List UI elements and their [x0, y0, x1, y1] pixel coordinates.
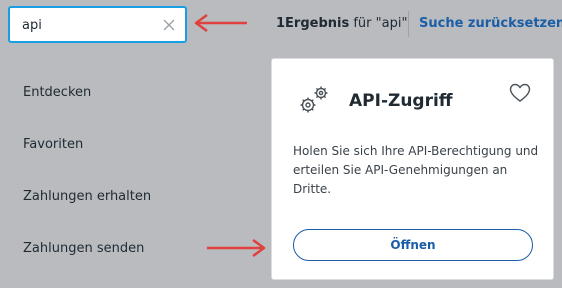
red-arrow-icon: [207, 238, 266, 258]
card-title: API-Zugriff: [349, 91, 453, 111]
results-count: 1Ergebnis: [276, 16, 350, 31]
sidebar-item-entdecken[interactable]: Entdecken: [23, 85, 91, 100]
divider: [408, 11, 409, 37]
open-button[interactable]: Öffnen: [293, 229, 533, 261]
results-summary: 1Ergebnis für "api": [276, 16, 407, 31]
red-arrow-icon: [194, 13, 247, 33]
heart-icon[interactable]: [509, 83, 531, 103]
gears-icon: [300, 86, 328, 113]
results-query: für "api": [349, 16, 408, 31]
card-description: Holen Sie sich Ihre API-Berechtigung und…: [293, 144, 539, 196]
search-input[interactable]: [22, 16, 152, 34]
reset-search-link[interactable]: Suche zurücksetzen: [419, 16, 562, 31]
result-card: API-Zugriff Holen Sie sich Ihre API-Bere…: [271, 58, 554, 280]
sidebar-item-zahlungen-erhalten[interactable]: Zahlungen erhalten: [23, 189, 151, 204]
search-box[interactable]: [8, 6, 187, 43]
sidebar-item-zahlungen-senden[interactable]: Zahlungen senden: [23, 241, 144, 256]
close-icon[interactable]: [162, 18, 176, 32]
sidebar-item-favoriten[interactable]: Favoriten: [23, 137, 83, 152]
